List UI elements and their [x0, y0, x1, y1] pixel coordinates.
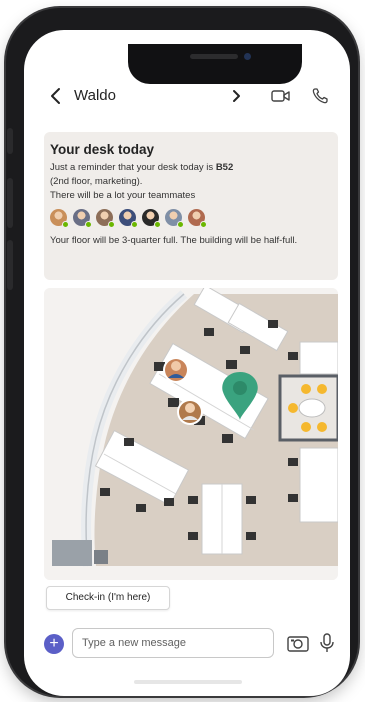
presence-available-icon	[177, 221, 184, 228]
teammate-marker-1[interactable]	[163, 357, 189, 383]
reminder-line-2: (2nd floor, marketing).	[50, 176, 143, 187]
desk-id: B52	[215, 162, 234, 173]
teammate-avatar[interactable]	[96, 209, 115, 228]
meeting-room	[278, 374, 338, 442]
reminder-line-3: There will be a lot your teammates	[50, 190, 196, 201]
teammate-avatar[interactable]	[142, 209, 161, 228]
video-call-icon[interactable]	[270, 86, 292, 106]
add-icon[interactable]: +	[44, 634, 64, 654]
presence-available-icon	[154, 221, 161, 228]
message-input[interactable]: Type a new message	[72, 628, 274, 658]
back-chevron-icon[interactable]	[46, 86, 66, 106]
floor-map[interactable]	[44, 288, 338, 580]
teammate-avatar[interactable]	[165, 209, 184, 228]
teammate-avatar[interactable]	[119, 209, 138, 228]
phone-screen: Waldo Your desk today Just a reminder th…	[24, 30, 350, 696]
teammate-avatar[interactable]	[50, 209, 69, 228]
teammate-avatars	[50, 209, 332, 228]
presence-available-icon	[62, 221, 69, 228]
presence-available-icon	[108, 221, 115, 228]
reminder-line-1: Just a reminder that your desk today is …	[50, 161, 332, 175]
teammate-marker-2[interactable]	[177, 399, 203, 425]
contact-name[interactable]: Waldo	[74, 87, 116, 104]
home-indicator	[134, 680, 242, 684]
phone-call-icon[interactable]	[310, 86, 332, 106]
phone-frame: Waldo Your desk today Just a reminder th…	[6, 8, 358, 696]
teammate-avatar[interactable]	[73, 209, 92, 228]
chat-header: Waldo	[24, 78, 350, 114]
message-composer: + Type a new message	[24, 624, 350, 664]
front-camera	[244, 53, 251, 60]
volume-up-button	[7, 178, 13, 228]
presence-available-icon	[85, 221, 92, 228]
forward-chevron-icon[interactable]	[226, 86, 248, 106]
presence-available-icon	[200, 221, 207, 228]
mute-switch	[7, 128, 13, 154]
teammate-avatar[interactable]	[188, 209, 207, 228]
reminder-text: Just a reminder that your desk today is	[50, 162, 216, 173]
occupancy-text: Your floor will be 3-quarter full. The b…	[50, 235, 298, 246]
presence-available-icon	[131, 221, 138, 228]
check-in-button[interactable]: Check-in (I'm here)	[46, 586, 170, 610]
camera-icon[interactable]	[286, 632, 310, 654]
microphone-icon[interactable]	[318, 632, 336, 654]
desk-reminder-card: Your desk today Just a reminder that you…	[44, 132, 338, 280]
floor-plan-svg	[44, 288, 338, 580]
volume-down-button	[7, 240, 13, 290]
speaker-grille	[190, 54, 238, 59]
card-title: Your desk today	[50, 142, 155, 157]
